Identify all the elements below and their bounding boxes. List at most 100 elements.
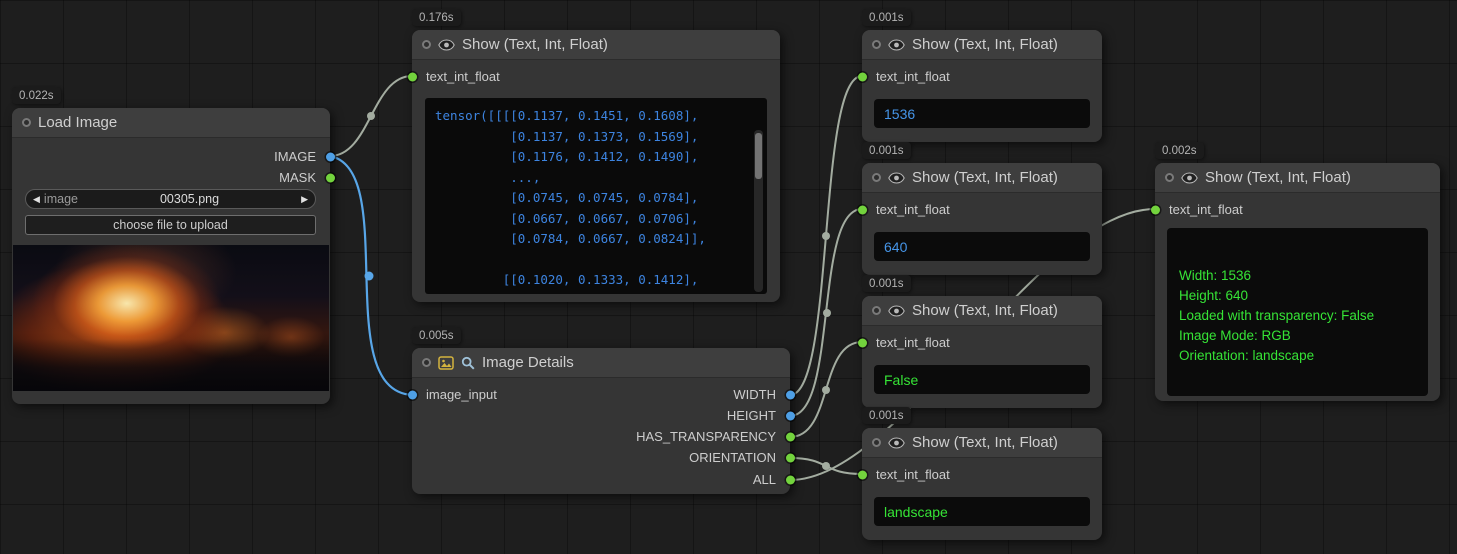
node-title-bar[interactable]: Show (Text, Int, Float) (862, 428, 1102, 458)
value-display[interactable]: False (874, 365, 1090, 394)
collapse-dot[interactable] (422, 358, 431, 367)
node-show-width[interactable]: 0.001s Show (Text, Int, Float) text_int_… (862, 30, 1102, 142)
execution-time-badge: 0.005s (412, 327, 461, 344)
input-slot-text-int-float[interactable]: text_int_float (862, 332, 1102, 353)
value-display[interactable]: 1536 (874, 99, 1090, 128)
node-title-bar[interactable]: Image Details (412, 348, 790, 378)
slot-label: text_int_float (426, 69, 500, 84)
execution-time-badge: 0.001s (862, 407, 911, 424)
slot-label: HAS_TRANSPARENCY (636, 429, 776, 444)
execution-time-badge: 0.001s (862, 275, 911, 292)
collapse-dot[interactable] (872, 173, 881, 182)
output-slot-orientation[interactable]: ORIENTATION (412, 447, 790, 468)
wire-midpoint-dot (822, 386, 830, 394)
node-title-bar[interactable]: Show (Text, Int, Float) (412, 30, 780, 60)
node-title-bar[interactable]: Show (Text, Int, Float) (862, 30, 1102, 60)
value-display[interactable]: 640 (874, 232, 1090, 261)
input-dot[interactable] (858, 72, 867, 81)
slot-label: IMAGE (274, 149, 316, 164)
execution-time-badge: 0.176s (412, 9, 461, 26)
node-title-bar[interactable]: Load Image (12, 108, 330, 138)
input-dot[interactable] (858, 338, 867, 347)
node-title: Show (Text, Int, Float) (912, 302, 1058, 319)
node-show-height[interactable]: 0.001s Show (Text, Int, Float) text_int_… (862, 163, 1102, 275)
image-combo-widget[interactable]: ◀ image 00305.png ▶ (25, 189, 316, 209)
has-transparency-output-dot[interactable] (786, 432, 795, 441)
image-preview (13, 245, 329, 391)
wire-midpoint-dot (823, 309, 831, 317)
output-slot-all[interactable]: ALL (412, 469, 790, 490)
wire-midpoint-dot (365, 272, 374, 281)
eye-icon (1181, 172, 1198, 184)
slot-label: text_int_float (876, 467, 950, 482)
output-slot-height[interactable]: HEIGHT (412, 405, 790, 426)
height-output-dot[interactable] (786, 411, 795, 420)
eye-icon (888, 305, 905, 317)
combo-value: 00305.png (78, 192, 301, 206)
node-graph-canvas[interactable]: 0.022s Load Image IMAGE MASK ◀ image 003… (0, 0, 1457, 554)
node-title: Load Image (38, 114, 117, 131)
node-show-orientation[interactable]: 0.001s Show (Text, Int, Float) text_int_… (862, 428, 1102, 540)
scrollbar-thumb[interactable] (755, 133, 762, 179)
node-title: Show (Text, Int, Float) (462, 36, 608, 53)
input-slot-text-int-float[interactable]: text_int_float (1155, 199, 1440, 220)
combo-next-icon[interactable]: ▶ (301, 195, 308, 204)
magnifier-icon (461, 356, 475, 370)
node-show-tensor[interactable]: 0.176s Show (Text, Int, Float) text_int_… (412, 30, 780, 302)
upload-file-button[interactable]: choose file to upload (25, 215, 316, 235)
node-title: Image Details (482, 354, 574, 371)
output-slot-image[interactable]: IMAGE (12, 146, 330, 167)
eye-icon (888, 437, 905, 449)
output-slot-has-transparency[interactable]: HAS_TRANSPARENCY (412, 426, 790, 447)
node-title-bar[interactable]: Show (Text, Int, Float) (862, 163, 1102, 193)
slot-label: WIDTH (733, 387, 776, 402)
node-image-details[interactable]: 0.005s Image Details image_input WIDTH H… (412, 348, 790, 494)
input-dot[interactable] (408, 72, 417, 81)
all-output-dot[interactable] (786, 475, 795, 484)
node-show-transparency[interactable]: 0.001s Show (Text, Int, Float) text_int_… (862, 296, 1102, 408)
collapse-dot[interactable] (872, 438, 881, 447)
execution-time-badge: 0.001s (862, 9, 911, 26)
mask-output-dot[interactable] (326, 173, 335, 182)
input-dot[interactable] (858, 205, 867, 214)
image-output-dot[interactable] (326, 152, 335, 161)
collapse-dot[interactable] (1165, 173, 1174, 182)
tensor-text-display[interactable]: tensor([[[[0.1137, 0.1451, 0.1608], [0.1… (425, 98, 767, 294)
collapse-dot[interactable] (872, 40, 881, 49)
input-dot[interactable] (858, 470, 867, 479)
wire-midpoint-dot (822, 462, 830, 470)
output-slot-mask[interactable]: MASK (12, 167, 330, 188)
node-load-image[interactable]: 0.022s Load Image IMAGE MASK ◀ image 003… (12, 108, 330, 404)
combo-name: image (44, 192, 78, 206)
execution-time-badge: 0.002s (1155, 142, 1204, 159)
collapse-dot[interactable] (422, 40, 431, 49)
scrollbar-track[interactable] (754, 130, 763, 292)
width-output-dot[interactable] (786, 390, 795, 399)
input-slot-text-int-float[interactable]: text_int_float (412, 66, 780, 87)
execution-time-badge: 0.022s (12, 87, 61, 104)
input-dot[interactable] (1151, 205, 1160, 214)
eye-icon (888, 172, 905, 184)
combo-prev-icon[interactable]: ◀ (33, 195, 40, 204)
input-slot-text-int-float[interactable]: text_int_float (862, 66, 1102, 87)
slot-label: ORIENTATION (689, 450, 776, 465)
input-slot-text-int-float[interactable]: text_int_float (862, 464, 1102, 485)
orientation-output-dot[interactable] (786, 453, 795, 462)
slot-label: text_int_float (876, 69, 950, 84)
node-title-bar[interactable]: Show (Text, Int, Float) (862, 296, 1102, 326)
node-title: Show (Text, Int, Float) (912, 434, 1058, 451)
input-slot-text-int-float[interactable]: text_int_float (862, 199, 1102, 220)
eye-icon (888, 39, 905, 51)
collapse-dot[interactable] (22, 118, 31, 127)
value-display[interactable]: landscape (874, 497, 1090, 526)
slot-label: text_int_float (1169, 202, 1243, 217)
details-text-display[interactable]: Width: 1536 Height: 640 Loaded with tran… (1167, 228, 1428, 396)
collapse-dot[interactable] (872, 306, 881, 315)
slot-label: MASK (279, 170, 316, 185)
slot-label: text_int_float (876, 202, 950, 217)
node-title-bar[interactable]: Show (Text, Int, Float) (1155, 163, 1440, 193)
node-show-all-details[interactable]: 0.002s Show (Text, Int, Float) text_int_… (1155, 163, 1440, 401)
slot-label: ALL (753, 472, 776, 487)
node-title: Show (Text, Int, Float) (1205, 169, 1351, 186)
output-slot-width[interactable]: WIDTH (412, 384, 790, 405)
